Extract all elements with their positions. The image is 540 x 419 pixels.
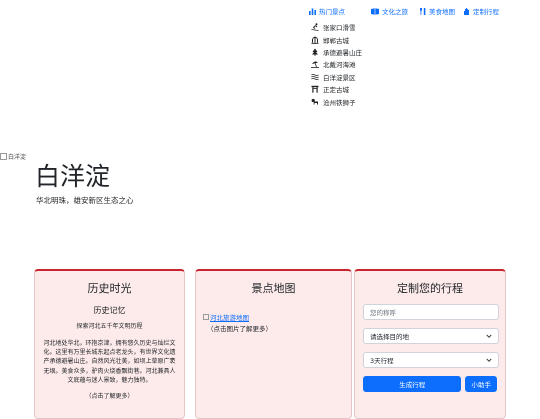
lion-icon (311, 98, 318, 105)
map-image-alt: 河北旅游地图 (210, 314, 249, 322)
helper-button[interactable]: 小助手 (465, 376, 497, 392)
chevron-down-icon (486, 358, 492, 362)
history-tagline: 探索河北五千年文明历程 (76, 323, 143, 330)
nav-hot-spots-label: 热门景点 (319, 8, 345, 16)
trip-actions: 生成行程 小助手 (363, 376, 497, 392)
nav-custom-trip[interactable]: 定制行程 (463, 6, 499, 16)
water-icon (311, 73, 319, 80)
name-input-placeholder: 您的称呼 (370, 309, 396, 317)
duration-select[interactable]: 3天行程 (363, 352, 499, 368)
hero-image: 白洋淀 (0, 152, 26, 161)
map-hint: （点击图片了解更多） (207, 325, 272, 333)
dropdown-item[interactable]: 沧州铁狮子 (311, 95, 381, 107)
dropdown-item-label: 承德避暑山庄 (323, 48, 362, 57)
dropdown-item-label: 张家口滑雪 (323, 24, 356, 33)
bar-chart-icon (309, 8, 316, 15)
destination-select[interactable]: 请选择目的地 (363, 328, 499, 344)
name-input[interactable]: 您的称呼 (363, 304, 499, 320)
skier-icon (311, 23, 319, 32)
hero-image-alt: 白洋淀 (8, 154, 27, 161)
gate-icon (311, 85, 319, 93)
nav-culture[interactable]: 文化之旅 (371, 6, 408, 16)
destination-select-value: 请选择目的地 (370, 333, 409, 341)
generate-trip-button[interactable]: 生成行程 (363, 376, 462, 392)
top-nav: 热门景点 文化之旅 美食地图 定制行程 (309, 6, 499, 16)
dropdown-item-label: 正定古城 (323, 86, 349, 95)
map-image-link[interactable]: 河北旅游地图 (203, 312, 351, 322)
broken-image-icon (0, 153, 7, 160)
beach-icon (311, 61, 319, 69)
nav-food-map[interactable]: 美食地图 (420, 6, 455, 16)
history-card: 历史时光 历史记忆 探索河北五千年文明历程 河北地处华北，环抱京津，拥有悠久历史… (34, 269, 185, 419)
hero-subtitle: 华北明珠，雄安新区生态之心 (36, 196, 134, 205)
duration-select-value: 3天行程 (370, 357, 394, 365)
nav-culture-label: 文化之旅 (382, 8, 408, 16)
trees-icon (312, 48, 318, 56)
broken-image-icon (203, 314, 209, 320)
nav-food-map-label: 美食地图 (429, 8, 455, 16)
nav-custom-trip-label: 定制行程 (473, 8, 499, 16)
map-card: 景点地图 河北旅游地图 （点击图片了解更多） (195, 269, 352, 419)
history-card-title: 历史时光 (87, 282, 132, 295)
history-subtitle: 历史记忆 (93, 306, 126, 315)
nav-hot-spots[interactable]: 热门景点 (309, 6, 345, 16)
dropdown-item[interactable]: 邯郸古城 (311, 33, 381, 45)
history-body: 河北地处华北，环抱京津，拥有悠久历史与灿烂文化。这里有万里长城东起点老龙头，有世… (43, 340, 176, 384)
dropdown-item[interactable]: 白洋淀景区 (311, 71, 381, 83)
bank-icon (311, 36, 319, 44)
hot-spots-dropdown: 张家口滑雪 邯郸古城 承德避暑山庄 北戴河海滩 白洋淀景区 正定古城 沧州铁狮子 (311, 21, 381, 108)
trip-card-title: 定制您的行程 (397, 282, 463, 295)
history-more-link[interactable]: （点击了解更多） (35, 391, 184, 400)
book-icon (371, 7, 379, 15)
dropdown-item[interactable]: 张家口滑雪 (311, 21, 381, 33)
dropdown-item-label: 白洋淀景区 (323, 73, 356, 82)
dropdown-item[interactable]: 承德避暑山庄 (311, 46, 381, 58)
hero-title: 白洋淀 (35, 162, 111, 191)
dropdown-item[interactable]: 北戴河海滩 (311, 58, 381, 70)
trip-card: 定制您的行程 您的称呼 请选择目的地 3天行程 生成行程 小助手 (354, 269, 506, 419)
map-card-title: 景点地图 (251, 282, 296, 295)
chevron-down-icon (486, 334, 492, 338)
dropdown-item-label: 邯郸古城 (323, 36, 349, 45)
trip-form: 您的称呼 请选择目的地 3天行程 生成行程 小助手 (355, 304, 505, 392)
hand-icon (464, 7, 469, 15)
dropdown-item-label: 沧州铁狮子 (323, 98, 356, 107)
utensils-icon (420, 7, 426, 15)
dropdown-item-label: 北戴河海滩 (323, 61, 356, 70)
dropdown-item[interactable]: 正定古城 (311, 83, 381, 95)
